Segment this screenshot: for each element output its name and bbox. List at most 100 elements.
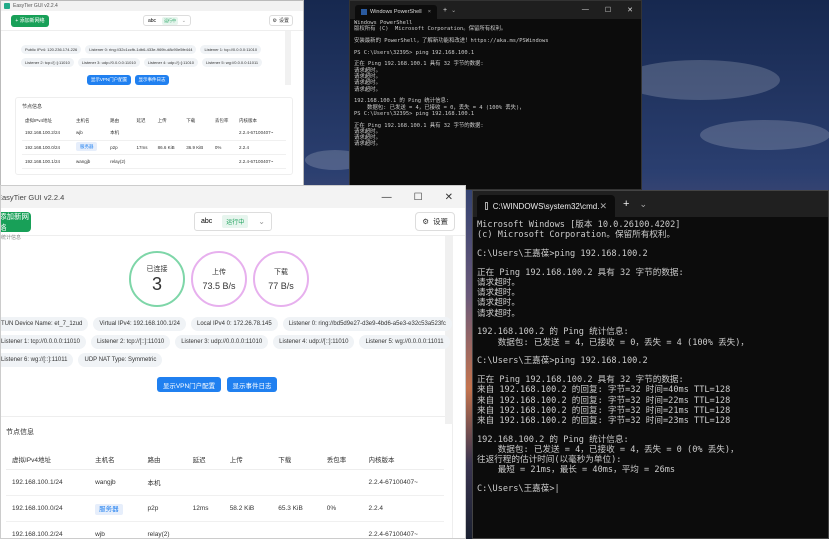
close-icon[interactable]: ✕ — [445, 192, 453, 203]
table-cell — [212, 154, 236, 168]
column-header: 虚拟IPv4地址 — [12, 456, 52, 464]
window-controls: — ☐ ✕ — [382, 192, 465, 203]
connected-label: 已连接 — [146, 265, 168, 273]
show-vpn-portal-button[interactable]: 显示VPN门户配置 — [87, 75, 131, 85]
table-cell — [212, 126, 236, 140]
add-network-button[interactable]: 添加新网络 — [1, 211, 31, 232]
powershell-window: Windows PowerShell × + ⌄ — ☐ ✕ Windows Pow… — [349, 0, 642, 190]
show-event-log-button[interactable]: 显示事件日志 — [227, 377, 277, 392]
terminal-line: 数据包: 已发送 = 4，已接收 = 4，丢失 = 0 (0% 丢失)， — [477, 445, 739, 456]
info-tag: TUN Device Name: et_7_1zud — [1, 317, 89, 331]
table-row[interactable]: 192.168.100.1/24 wangjb relay(2) 2.2.4-6710… — [22, 154, 286, 168]
table-cell: 本机 — [107, 126, 133, 140]
table-cell: 65.3 KiB — [272, 495, 321, 521]
header: + 添加新网络 abc 运行中 ⌄ ⚙ 设置 — [1, 11, 303, 31]
column-header: 主机名 — [95, 456, 115, 464]
node-table: 虚拟IPv4地址 主机名 路由 延迟 上传 下载 丢包率 内核版本 192.168.100.2… — [22, 116, 286, 169]
cell-text: 2.2.4-67100407~ — [368, 478, 418, 486]
table-row[interactable]: 192.168.100.2/24 wjb relay(2) 2.2.4-6710040… — [6, 521, 444, 538]
table-cell: 192.168.100.1/24 — [22, 154, 73, 168]
cell-text: 服务器 — [75, 142, 98, 151]
info-tag: Virtual IPv4: 192.168.100.1/24 — [93, 317, 186, 331]
close-tab-icon[interactable]: ✕ — [599, 201, 607, 212]
table-cell: 0% — [321, 495, 363, 521]
table-row[interactable]: 192.168.100.2/24 wjb 本机 2.2.4-67100407~ — [22, 126, 286, 140]
table-cell — [321, 521, 363, 538]
settings-label: 设置 — [433, 217, 448, 226]
tab-cmd[interactable]: C:\WINDOWS\system32\cmd. ✕ — [477, 195, 615, 217]
cell-text: 192.168.100.0/24 — [25, 144, 61, 150]
chevron-down-icon[interactable]: ⌄ — [639, 199, 647, 210]
table-cell — [272, 469, 321, 495]
table-cell: 86.6 KiB — [155, 140, 184, 154]
terminal-output[interactable]: Windows PowerShell 版权所有 (C) Microsoft Cor… — [350, 19, 641, 149]
column-header: 内核版本 — [368, 456, 395, 464]
column-header: 路由 — [147, 456, 161, 464]
table-cell: 本机 — [141, 469, 186, 495]
minimize-icon[interactable]: — — [582, 6, 589, 14]
info-tag: Listener 6: wg://[::]:11011 — [1, 353, 74, 367]
terminal-line: 数据包: 已发送 = 4，已接收 = 0，丢失 = 4 (100% 丢失)， — [477, 337, 750, 348]
table-cell: wangjb — [73, 154, 107, 168]
terminal-line: 来自 192.168.100.2 的回复: 字节=32 时间=23ms TTL=… — [477, 416, 731, 427]
settings-button[interactable]: ⚙ 设置 — [268, 15, 293, 26]
tab-powershell[interactable]: Windows PowerShell × — [355, 5, 437, 19]
table-row[interactable]: 192.168.100.0/24 服务器 p2p 17ms 86.6 KiB 36.9 K… — [22, 140, 286, 154]
connected-circle: 已连接 3 — [129, 251, 185, 307]
cell-text: 2.2.4-67100407~ — [239, 130, 274, 136]
table-cell: 36.9 KiB — [183, 140, 212, 154]
table-cell: 192.168.100.1/24 — [6, 469, 89, 495]
table-row[interactable]: 192.168.100.0/24 服务器 p2p 12ms 58.2 KiB 65.3 K… — [6, 495, 444, 521]
title-bar: Windows PowerShell × + ⌄ — ☐ ✕ — [350, 1, 641, 19]
table-cell: 192.168.100.0/24 — [6, 495, 89, 521]
table-cell: relay(2) — [141, 521, 186, 538]
table-row[interactable]: 192.168.100.1/24 wangjb 本机 2.2.4-67100407~ — [6, 469, 444, 495]
terminal-line: 192.168.100.2 的 Ping 统计信息: — [477, 327, 629, 338]
table-cell: wjb — [73, 126, 107, 140]
maximize-icon[interactable]: ☐ — [414, 192, 423, 203]
network-select[interactable]: abc 运行中 ⌄ — [143, 15, 191, 26]
new-tab-button[interactable]: + — [623, 198, 629, 210]
cell-text: wjb — [75, 130, 83, 136]
minimize-icon[interactable]: — — [382, 192, 392, 203]
chevron-down-icon[interactable]: ⌄ — [451, 7, 456, 14]
show-vpn-portal-button[interactable]: 显示VPN门户配置 — [157, 377, 221, 392]
cell-text: 65.3 KiB — [278, 504, 303, 512]
terminal-line: 请求超时。 — [477, 308, 520, 319]
close-icon[interactable]: ✕ — [627, 6, 633, 14]
terminal-line: (c) Microsoft Corporation。保留所有权利。 — [477, 230, 676, 241]
cell-text: 86.6 KiB — [157, 144, 175, 150]
terminal-line: Microsoft Windows [版本 10.0.26100.4202] — [477, 220, 681, 230]
download-value: 77 B/s — [268, 281, 294, 291]
table-cell: p2p — [141, 495, 186, 521]
table-cell — [134, 154, 155, 168]
cell-text: 192.168.100.2/24 — [25, 130, 61, 136]
cell-text: p2p — [110, 144, 118, 150]
cell-text: p2p — [147, 504, 159, 512]
column-header: 丢包率 — [326, 456, 347, 464]
info-tag: Listener 4: udp://[::]:11010 — [273, 335, 355, 349]
network-select[interactable]: abc 运行中 ⌄ — [194, 212, 272, 231]
table-cell: 58.2 KiB — [224, 495, 273, 521]
close-tab-icon[interactable]: × — [428, 9, 431, 15]
info-tag: Listener 3: udp://0.0.0.0:11010 — [175, 335, 269, 349]
table-cell: p2p — [107, 140, 133, 154]
table-cell — [224, 469, 273, 495]
terminal-line: 来自 192.168.100.2 的回复: 字节=32 时间=40ms TTL=… — [477, 385, 731, 396]
maximize-icon[interactable]: ☐ — [605, 6, 611, 14]
add-network-button[interactable]: + 添加新网络 — [11, 14, 49, 27]
terminal-line: C:\Users\王嘉葆>ping 192.168.100.2 — [477, 356, 648, 367]
column-header: 下载 — [278, 456, 292, 464]
new-tab-button[interactable]: + — [443, 7, 447, 14]
table-cell — [187, 469, 224, 495]
cell-text: 0% — [214, 144, 222, 150]
settings-button[interactable]: ⚙ 设置 — [415, 212, 455, 231]
table-cell: wjb — [89, 521, 141, 538]
terminal-output[interactable]: Microsoft Windows [版本 10.0.26100.4202] (c… — [473, 217, 828, 497]
show-event-log-button[interactable]: 显示事件日志 — [135, 75, 169, 85]
table-cell: 2.2.4 — [363, 495, 444, 521]
table-cell: 2.2.4-67100407~ — [363, 521, 444, 538]
info-tag: Listener 0: ring://32c1ccfb-1db6-433e-96… — [85, 45, 197, 54]
info-tag: Listener 3: udp://0.0.0.0:11010 — [77, 58, 140, 67]
